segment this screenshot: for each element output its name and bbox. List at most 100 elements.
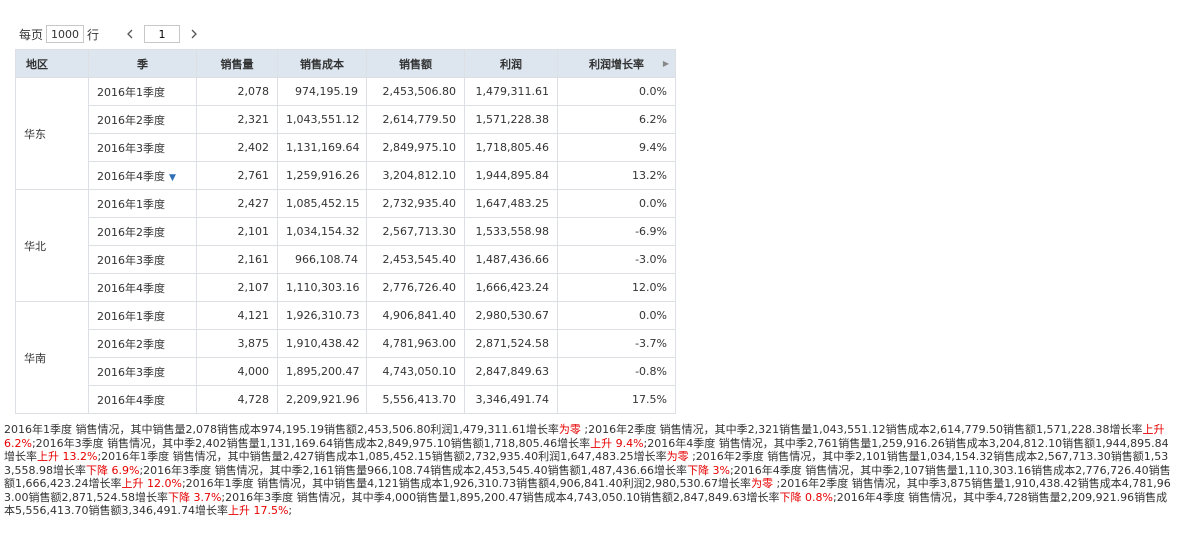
header-region[interactable]: 地区 <box>15 49 89 78</box>
sales-cell: 2,453,506.80 <box>366 77 465 106</box>
cost-cell: 2,209,921.96 <box>277 385 367 414</box>
sales-report-table: 地区 季 销售量 销售成本 销售额 利润 利润增长率 ▶ 华东 2016年1季度 2,… <box>15 49 676 414</box>
sales-cell: 2,453,545.40 <box>366 245 465 274</box>
cost-cell: 1,034,154.32 <box>277 217 367 246</box>
table-row: 2016年2季度 2,321 1,043,551.12 2,614,779.50 1,5… <box>16 105 676 134</box>
cost-cell: 974,195.19 <box>277 77 367 106</box>
per-page-input[interactable] <box>46 25 85 43</box>
growth-cell: 12.0% <box>557 273 676 302</box>
profit-cell: 2,871,524.58 <box>464 329 558 358</box>
table-row: 华北 2016年1季度 2,427 1,085,452.15 2,732,935.40 1… <box>15 189 676 302</box>
growth-cell: -0.8% <box>557 357 676 386</box>
profit-cell: 2,980,530.67 <box>464 301 558 330</box>
summary-segment: ;2016年1季度 销售情况，其中销售量2,427销售成本1,085,452.1… <box>97 450 667 463</box>
region-cell: 华北 <box>15 189 89 302</box>
season-label: 2016年2季度 <box>97 113 165 127</box>
season-label: 2016年3季度 <box>97 253 165 267</box>
table-row: 2016年3季度 2,402 1,131,169.64 2,849,975.10 1,7… <box>16 133 676 162</box>
season-cell: 2016年4季度 ▼ <box>88 161 197 190</box>
growth-cell: 9.4% <box>557 133 676 162</box>
summary-highlight: 上升 17.5% <box>227 504 289 517</box>
season-label: 2016年1季度 <box>97 309 165 323</box>
table-row: 2016年3季度 2,161 966,108.74 2,453,545.40 1,487… <box>16 245 676 274</box>
sales-cell: 2,614,779.50 <box>366 105 465 134</box>
header-sales[interactable]: 销售额 <box>366 49 465 78</box>
season-cell: 2016年2季度 <box>88 105 197 134</box>
season-cell: 2016年1季度 <box>88 77 197 106</box>
chevron-left-icon <box>127 29 133 39</box>
season-label: 2016年1季度 <box>97 197 165 211</box>
header-quantity[interactable]: 销售量 <box>196 49 278 78</box>
table-row: 2016年3季度 4,000 1,895,200.47 4,743,050.10 2,8… <box>16 357 676 386</box>
sales-cell: 4,906,841.40 <box>366 301 465 330</box>
header-season[interactable]: 季 <box>88 49 197 78</box>
season-cell: 2016年4季度 <box>88 385 197 414</box>
cost-cell: 1,085,452.15 <box>277 189 367 218</box>
profit-cell: 3,346,491.74 <box>464 385 558 414</box>
chevron-right-icon <box>191 29 197 39</box>
season-label: 2016年2季度 <box>97 337 165 351</box>
summary-highlight: 下降 3.7% <box>167 490 222 504</box>
summary-segment: ;2016年2季度 销售情况，其中季2,321销售量1,043,551.12销售… <box>580 423 1143 436</box>
table-row: 华东 2016年1季度 2,078 974,195.19 2,453,506.80 1,4… <box>15 77 676 190</box>
season-label: 2016年4季度 <box>97 169 165 183</box>
header-growth-label: 利润增长率 <box>589 57 644 71</box>
growth-cell: 13.2% <box>557 161 676 190</box>
growth-cell: -3.7% <box>557 329 676 358</box>
season-cell: 2016年2季度 <box>88 217 197 246</box>
qty-cell: 2,161 <box>196 245 278 274</box>
per-page-label: 每页 <box>19 27 44 42</box>
cost-cell: 1,131,169.64 <box>277 133 367 162</box>
qty-cell: 2,402 <box>196 133 278 162</box>
header-profit[interactable]: 利润 <box>464 49 558 78</box>
summary-highlight: 为零 <box>558 423 581 436</box>
next-page-button[interactable] <box>183 24 205 44</box>
summary-highlight: 上升 13.2% <box>37 450 98 463</box>
cost-cell: 1,259,916.26 <box>277 161 367 190</box>
sales-cell: 4,781,963.00 <box>366 329 465 358</box>
summary-text: 2016年1季度 销售情况，其中销售量2,078销售成本974,195.19销售… <box>4 423 1176 518</box>
growth-cell: 17.5% <box>557 385 676 414</box>
region-cell: 华南 <box>15 301 89 414</box>
sales-cell: 5,556,413.70 <box>366 385 465 414</box>
season-cell: 2016年3季度 <box>88 133 197 162</box>
season-label: 2016年4季度 <box>97 281 165 295</box>
season-cell: 2016年1季度 <box>88 189 197 218</box>
growth-cell: 0.0% <box>557 301 676 330</box>
growth-cell: 0.0% <box>557 189 676 218</box>
profit-cell: 1,479,311.61 <box>464 77 558 106</box>
table-row: 2016年4季度 2,107 1,110,303.16 2,776,726.40 1,6… <box>16 273 676 302</box>
qty-cell: 4,000 <box>196 357 278 386</box>
prev-page-button[interactable] <box>119 24 141 44</box>
table-row: 2016年4季度 4,728 2,209,921.96 5,556,413.70 3,3… <box>16 385 676 414</box>
qty-cell: 4,121 <box>196 301 278 330</box>
dropdown-triangle-icon[interactable]: ▼ <box>169 173 176 183</box>
growth-cell: -3.0% <box>557 245 676 274</box>
header-cost[interactable]: 销售成本 <box>277 49 367 78</box>
cost-cell: 1,910,438.42 <box>277 329 367 358</box>
summary-segment: ;2016年3季度 销售情况，其中季2,402销售量1,131,169.64销售… <box>31 436 591 450</box>
qty-cell: 2,761 <box>196 161 278 190</box>
season-label: 2016年4季度 <box>97 393 165 407</box>
sales-cell: 2,567,713.30 <box>366 217 465 246</box>
row-label: 行 <box>87 27 100 42</box>
page-number-input[interactable] <box>144 25 181 43</box>
profit-cell: 1,718,805.46 <box>464 133 558 162</box>
cost-cell: 1,110,303.16 <box>277 273 367 302</box>
season-cell: 2016年1季度 <box>88 301 197 330</box>
profit-cell: 1,533,558.98 <box>464 217 558 246</box>
summary-highlight: 为零 <box>666 450 689 463</box>
cost-cell: 1,043,551.12 <box>277 105 367 134</box>
sales-cell: 3,204,812.10 <box>366 161 465 190</box>
profit-cell: 2,847,849.63 <box>464 357 558 386</box>
qty-cell: 4,728 <box>196 385 278 414</box>
cost-cell: 1,926,310.73 <box>277 301 367 330</box>
growth-cell: -6.9% <box>557 217 676 246</box>
season-label: 2016年3季度 <box>97 365 165 379</box>
qty-cell: 2,321 <box>196 105 278 134</box>
header-growth[interactable]: 利润增长率 ▶ <box>557 49 676 78</box>
season-cell: 2016年4季度 <box>88 273 197 302</box>
profit-cell: 1,666,423.24 <box>464 273 558 302</box>
sort-arrow-icon[interactable]: ▶ <box>663 59 669 68</box>
table-row: 2016年4季度 ▼ 2,761 1,259,916.26 3,204,812.10 1,… <box>16 161 676 190</box>
